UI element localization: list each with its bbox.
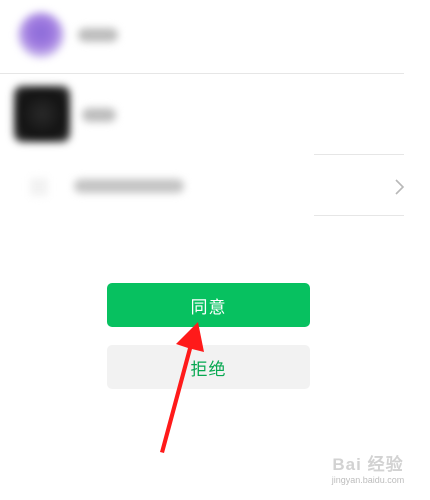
divider [314, 154, 404, 155]
watermark-logo: Bai 经验 jingyan.baidu.com [312, 455, 424, 495]
settings-label-blurred [74, 179, 184, 193]
red-arrow-icon [160, 322, 204, 453]
chevron-right-icon[interactable] [392, 178, 406, 196]
avatar [18, 12, 64, 58]
accept-button[interactable]: 同意 [107, 283, 310, 327]
divider [0, 73, 404, 74]
reject-button-label: 拒绝 [190, 359, 227, 379]
divider [314, 215, 404, 216]
contact-name-blurred [82, 108, 116, 122]
row-icon [30, 178, 48, 196]
watermark-brand: Bai 经验 [332, 455, 404, 474]
reject-button[interactable]: 拒绝 [107, 345, 310, 389]
avatar [14, 86, 70, 142]
contact-name-blurred [78, 28, 118, 42]
watermark-url: jingyan.baidu.com [331, 475, 405, 485]
accept-button-label: 同意 [190, 297, 227, 317]
